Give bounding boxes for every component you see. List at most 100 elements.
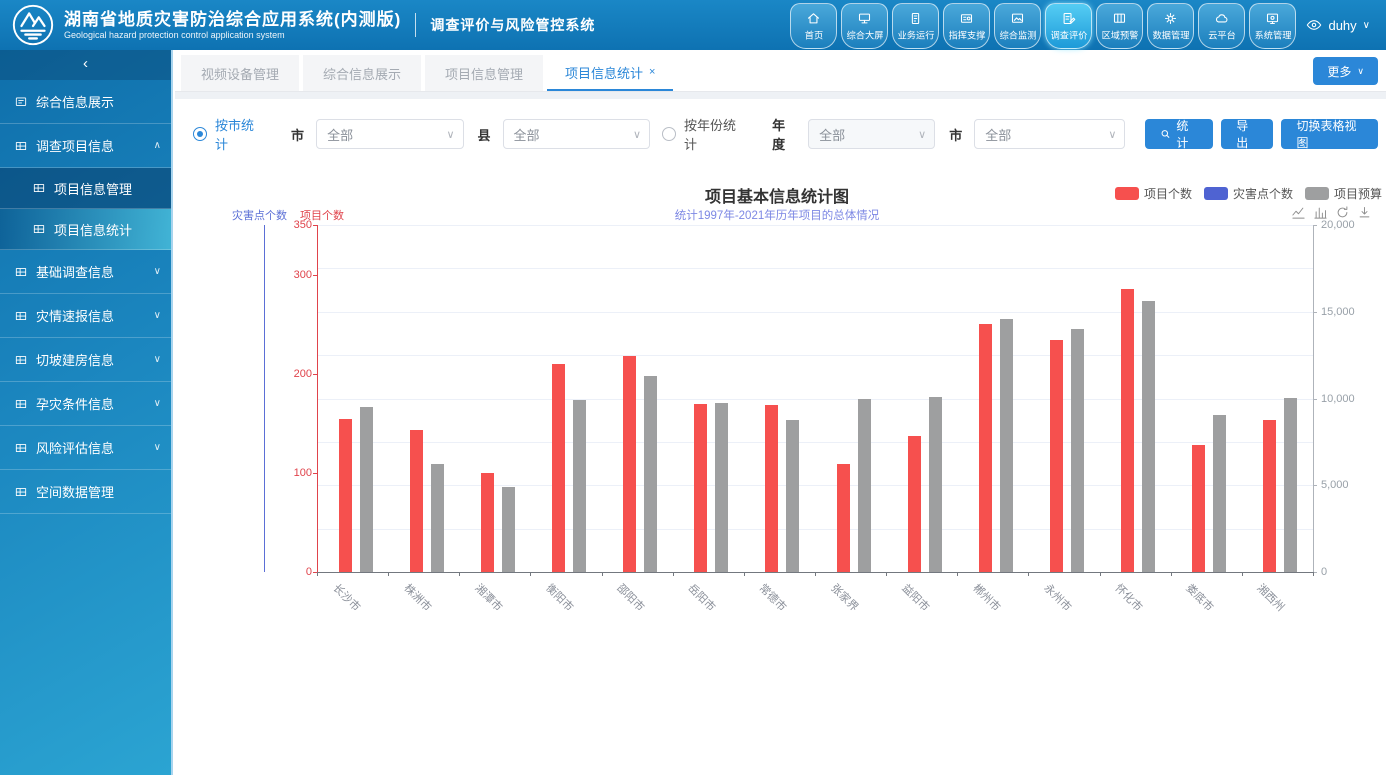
chevron-down-icon: ∨	[1363, 20, 1370, 31]
download-icon	[1357, 205, 1372, 220]
tab-0[interactable]: 视频设备管理	[181, 55, 299, 91]
sidebar-item-5[interactable]: 灾情速报信息∨	[0, 294, 171, 338]
nav-item-command-support[interactable]: 指挥支撑	[943, 3, 990, 49]
table-icon	[14, 265, 28, 279]
table-view-button-label: 切换表格视图	[1296, 117, 1363, 151]
nav-item-label: 指挥支撑	[949, 27, 986, 41]
x-axis-category-label: 张家界	[827, 580, 862, 615]
export-button[interactable]: 导出	[1221, 119, 1273, 149]
county-select[interactable]: 全部∨	[503, 119, 650, 149]
nav-item-monitoring[interactable]: 综合监测	[994, 3, 1041, 49]
nav-item-region-warning[interactable]: 区域预警	[1096, 3, 1143, 49]
sidebar-item-7[interactable]: 孕灾条件信息 ∨	[0, 382, 171, 426]
city-select[interactable]: 全部∨	[316, 119, 463, 149]
sidebar-item-3[interactable]: 项目信息统计	[0, 209, 171, 250]
grid-line	[317, 268, 1313, 269]
by-city-radio[interactable]	[193, 127, 207, 141]
right-axis-tick-label: 20,000	[1321, 219, 1355, 231]
table-icon	[14, 397, 28, 411]
table-icon	[14, 485, 28, 499]
bar-budget-7	[858, 399, 871, 572]
nav-item-cloud[interactable]: 云平台	[1198, 3, 1245, 49]
nav-item-label: 区域预警	[1102, 27, 1139, 41]
nav-item-business-run[interactable]: 业务运行	[892, 3, 939, 49]
user-menu[interactable]: duhy ∨	[1306, 17, 1370, 33]
sidebar-item-8[interactable]: 风险评估信息∨	[0, 426, 171, 470]
sidebar-item-9[interactable]: 空间数据管理	[0, 470, 171, 514]
by-year-radio-label[interactable]: 按年份统计	[684, 115, 744, 153]
content-spacer	[175, 92, 1386, 99]
chart-legend: 项目个数灾害点个数项目预算	[1115, 185, 1382, 202]
x-axis-tick	[317, 572, 318, 576]
survey-evaluate-icon	[1061, 11, 1076, 26]
bar-projects-12	[1192, 445, 1205, 572]
nav-item-big-screen[interactable]: 综合大屏	[841, 3, 888, 49]
sidebar-item-2[interactable]: 项目信息管理	[0, 168, 171, 209]
more-button[interactable]: 更多 ∨	[1313, 57, 1378, 85]
cloud-icon	[1214, 11, 1229, 26]
nav-item-label: 系统管理	[1255, 27, 1292, 41]
sidebar-item-4[interactable]: 基础调查信息∨	[0, 250, 171, 294]
right-axis-tick-label: 5,000	[1321, 479, 1349, 491]
legend-swatch	[1204, 187, 1228, 200]
chevron-down-icon: ∨	[154, 398, 161, 409]
bar-projects-0	[339, 419, 352, 572]
app-root: 湖南省地质灾害防治综合应用系统(内测版) Geological hazard p…	[0, 0, 1386, 775]
grid-line	[317, 312, 1313, 313]
table-view-button[interactable]: 切换表格视图	[1281, 119, 1378, 149]
bar-budget-0	[360, 407, 373, 572]
legend-label: 项目个数	[1144, 185, 1192, 202]
left-axis-tick	[313, 275, 317, 276]
close-icon[interactable]: ×	[649, 66, 655, 78]
right-axis-tick	[1313, 485, 1317, 486]
x-axis-category-label: 邵阳市	[614, 580, 649, 615]
sidebar: ‹ 综合信息展示调查项目信息∧项目信息管理项目信息统计基础调查信息∨灾情速报信息…	[0, 50, 173, 775]
nav-item-data-manage[interactable]: 数据管理	[1147, 3, 1194, 49]
header-divider	[415, 13, 416, 37]
big-screen-icon	[857, 11, 872, 26]
chevron-down-icon: ∨	[910, 128, 926, 141]
sidebar-item-label: 项目信息统计	[54, 220, 132, 239]
chevron-down-icon: ∨	[154, 266, 161, 277]
sidebar-item-label: 孕灾条件信息	[36, 394, 114, 413]
sidebar-item-0[interactable]: 综合信息展示	[0, 80, 171, 124]
nav-item-home[interactable]: 首页	[790, 3, 837, 49]
nav-item-system-manage[interactable]: 系统管理	[1249, 3, 1296, 49]
bar-projects-10	[1050, 340, 1063, 572]
sidebar-item-1[interactable]: 调查项目信息∧	[0, 124, 171, 168]
legend-item[interactable]: 项目个数	[1115, 185, 1192, 202]
city2-select[interactable]: 全部∨	[974, 119, 1125, 149]
left-axis-tick-label: 100	[270, 467, 312, 479]
table-icon	[14, 353, 28, 367]
x-axis-category-label: 湘潭市	[472, 580, 507, 615]
x-axis-tick	[815, 572, 816, 576]
city2-select-value: 全部	[985, 125, 1011, 144]
tab-label: 项目信息统计	[565, 63, 643, 82]
tab-2[interactable]: 项目信息管理	[425, 55, 543, 91]
bar-budget-3	[573, 400, 586, 572]
line-chart-icon	[1291, 205, 1306, 220]
bar-projects-2	[481, 473, 494, 572]
x-axis-tick	[957, 572, 958, 576]
tab-1[interactable]: 综合信息展示	[303, 55, 421, 91]
sidebar-item-6[interactable]: 切坡建房信息∨	[0, 338, 171, 382]
nav-item-survey-evaluate[interactable]: 调查评价	[1045, 3, 1092, 49]
legend-item[interactable]: 项目预算	[1305, 185, 1382, 202]
legend-item[interactable]: 灾害点个数	[1204, 185, 1293, 202]
statistics-button[interactable]: 统计	[1145, 119, 1213, 149]
year-select[interactable]: 全部∨	[808, 119, 935, 149]
download-tool[interactable]	[1357, 205, 1372, 223]
bar-projects-11	[1121, 289, 1134, 573]
by-city-radio-label[interactable]: 按市统计	[215, 115, 263, 153]
tab-label: 综合信息展示	[323, 64, 401, 83]
line-chart-tool[interactable]	[1291, 205, 1306, 223]
dashboard-icon	[14, 95, 28, 109]
sidebar-collapse-button[interactable]: ‹	[0, 50, 171, 80]
tab-3[interactable]: 项目信息统计 ×	[547, 55, 673, 91]
bar-budget-13	[1284, 398, 1297, 572]
username: duhy	[1328, 18, 1356, 33]
more-button-label: 更多	[1327, 63, 1351, 80]
home-icon	[806, 11, 821, 26]
by-year-radio[interactable]	[662, 127, 676, 141]
city2-label: 市	[949, 125, 962, 144]
